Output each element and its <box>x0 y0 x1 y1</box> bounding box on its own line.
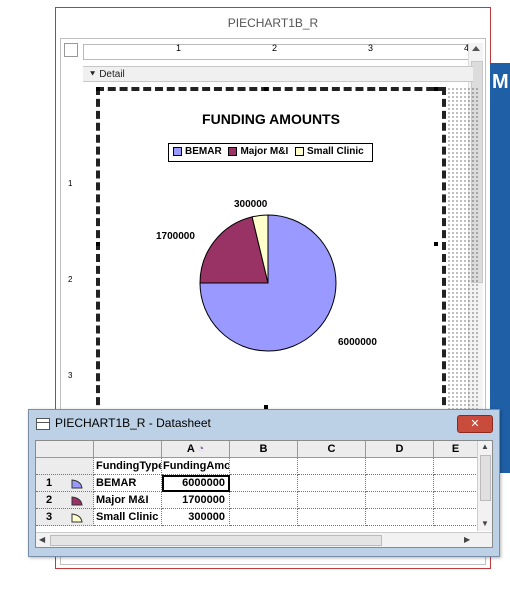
vertical-ruler: 1 2 3 <box>68 89 78 419</box>
empty-cell[interactable] <box>434 475 478 492</box>
row-header[interactable]: 2 <box>36 492 94 509</box>
empty-cell[interactable] <box>230 492 298 509</box>
empty-cell[interactable] <box>230 509 298 526</box>
pie-slice-icon <box>71 496 83 506</box>
scrollbar-thumb[interactable] <box>50 535 382 546</box>
pie-slice-icon <box>71 513 83 523</box>
scroll-up-arrow-icon[interactable] <box>472 46 480 51</box>
row-header[interactable]: 3 <box>36 509 94 526</box>
pie-data-label: 300000 <box>234 199 268 210</box>
scroll-right-arrow-icon[interactable]: ▶ <box>464 535 470 544</box>
ruler-number: 1 <box>68 179 73 188</box>
datasheet-vertical-scrollbar[interactable]: ▲ ▼ <box>477 441 492 531</box>
empty-cell[interactable] <box>230 458 298 475</box>
ruler-number: 3 <box>68 371 73 380</box>
close-button[interactable]: ✕ <box>457 415 493 433</box>
column-header-c[interactable]: C <box>298 441 366 458</box>
datasheet-horizontal-scrollbar[interactable]: ◀ ▶ <box>36 532 492 547</box>
empty-cell[interactable] <box>366 509 434 526</box>
empty-cell[interactable] <box>434 492 478 509</box>
detail-section-bar[interactable]: ⯆ Detail <box>83 66 473 82</box>
resize-handle[interactable] <box>96 242 100 246</box>
empty-cell[interactable] <box>366 458 434 475</box>
table-cell-amount[interactable]: 6000000 <box>162 475 230 492</box>
column-header-b[interactable]: B <box>230 441 298 458</box>
datasheet-titlebar[interactable]: PIECHART1B_R - Datasheet ✕ <box>29 410 499 436</box>
ruler-number: 2 <box>68 275 73 284</box>
horizontal-ruler: 1 2 3 4 <box>83 43 475 60</box>
pie-slice-icon <box>71 479 83 489</box>
empty-cell[interactable] <box>298 475 366 492</box>
header-cell-funding-amount[interactable]: FundingAmount <box>162 458 230 475</box>
section-label: Detail <box>99 69 125 80</box>
row-header[interactable] <box>36 458 94 475</box>
select-all-cell[interactable] <box>36 441 94 458</box>
empty-cell[interactable] <box>434 458 478 475</box>
row-number: 1 <box>46 477 53 489</box>
datasheet-grid[interactable]: A ◔ B C D E FundingType FundingAmount 1 … <box>35 440 493 548</box>
empty-cell[interactable] <box>366 492 434 509</box>
pie-data-label: 1700000 <box>156 231 195 242</box>
background-window-letter: M <box>492 71 509 93</box>
scrollbar-thumb[interactable] <box>480 455 491 501</box>
empty-cell[interactable] <box>298 492 366 509</box>
column-header-a[interactable]: A ◔ <box>162 441 230 458</box>
pie-column-icon: ◔ <box>197 443 205 455</box>
column-header-d[interactable]: D <box>366 441 434 458</box>
ruler-number: 2 <box>272 43 278 53</box>
resize-handle[interactable] <box>264 87 268 91</box>
empty-cell[interactable] <box>434 509 478 526</box>
row-header[interactable]: 1 <box>36 475 94 492</box>
section-arrow-icon: ⯆ <box>89 69 97 79</box>
scroll-up-arrow-icon[interactable]: ▲ <box>481 442 489 451</box>
ruler-number: 3 <box>368 43 374 53</box>
datasheet-title: PIECHART1B_R - Datasheet <box>55 416 211 430</box>
table-cell-amount[interactable]: 1700000 <box>162 492 230 509</box>
resize-handle[interactable] <box>434 87 438 91</box>
table-cell-type[interactable]: Major M&I <box>94 492 162 509</box>
empty-cell[interactable] <box>298 509 366 526</box>
table-cell-type[interactable]: BEMAR <box>94 475 162 492</box>
empty-cell[interactable] <box>298 458 366 475</box>
empty-cell[interactable] <box>230 475 298 492</box>
scroll-down-arrow-icon[interactable]: ▼ <box>481 519 489 528</box>
pie-data-label: 6000000 <box>338 337 377 348</box>
table-cell-amount[interactable]: 300000 <box>162 509 230 526</box>
resize-handle[interactable] <box>434 242 438 246</box>
column-label: A <box>186 443 195 455</box>
empty-cell[interactable] <box>366 475 434 492</box>
header-cell-funding-type[interactable]: FundingType <box>94 458 162 475</box>
datasheet-icon <box>36 418 50 430</box>
datasheet-window[interactable]: PIECHART1B_R - Datasheet ✕ A ◔ B C D E F… <box>28 409 500 557</box>
chart-object[interactable]: FUNDING AMOUNTS BEMAR Major M&I Small Cl… <box>96 87 446 417</box>
ruler-number: 1 <box>176 43 182 53</box>
pie-chart: 6000000 1700000 300000 <box>156 199 377 352</box>
column-header-blank[interactable] <box>94 441 162 458</box>
row-number: 3 <box>46 511 53 523</box>
report-window-title: PIECHART1B_R <box>227 16 319 30</box>
scroll-left-arrow-icon[interactable]: ◀ <box>39 535 45 544</box>
row-number: 2 <box>46 494 53 506</box>
column-header-e[interactable]: E <box>434 441 478 458</box>
resize-handle[interactable] <box>96 87 100 91</box>
table-cell-type[interactable]: Small Clinic <box>94 509 162 526</box>
ruler-corner-box[interactable] <box>64 43 78 57</box>
